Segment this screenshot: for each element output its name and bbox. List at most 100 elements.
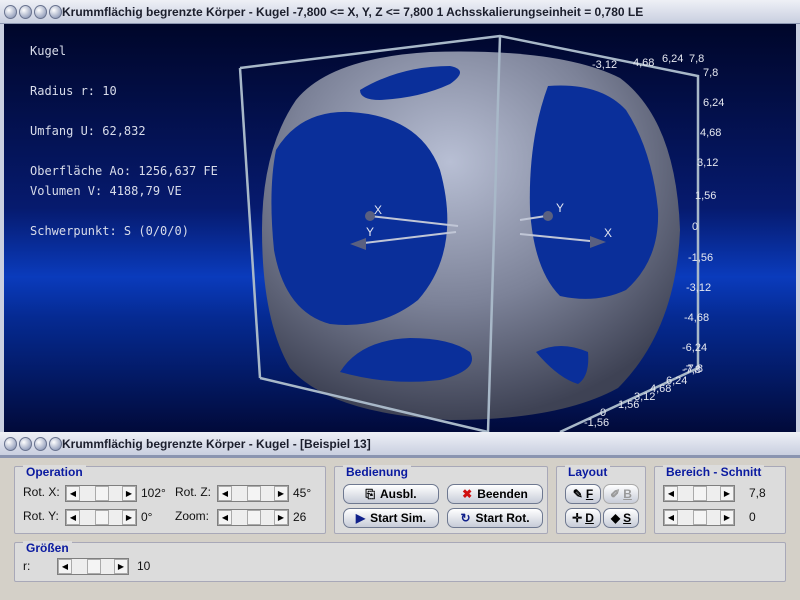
beenden-button-label: Beenden (477, 487, 528, 501)
tick-label: -7,8 (684, 363, 703, 375)
play-icon: ▶ (355, 511, 366, 525)
rotz-label: Rot. Z: (175, 485, 212, 499)
beenden-button[interactable]: ✖ Beenden (447, 484, 543, 504)
rotz-value: 45° (293, 486, 312, 500)
rotz-slider[interactable]: ◀ ▶ (217, 485, 289, 502)
window-control-menu[interactable] (49, 4, 62, 19)
bereich-value: 7,8 (749, 486, 766, 500)
bereich-schnitt-group-title: Bereich - Schnitt (663, 465, 765, 479)
tick-label: -6,24 (682, 342, 707, 354)
arrow-left-icon[interactable]: ◀ (66, 510, 80, 525)
arrow-right-icon[interactable]: ▶ (122, 486, 136, 501)
axis-label-x-left: X (374, 203, 382, 217)
groessen-group: Größen r: ◀ ▶ 10 (14, 541, 786, 582)
layout-group: Layout ✎ F ✐ B ✛ D ◆ S (556, 465, 646, 534)
roty-label: Rot. Y: (23, 509, 59, 523)
control-window-titlebar: Krummflächig begrenzte Körper - Kugel - … (0, 432, 800, 456)
window-control-close[interactable] (4, 4, 17, 19)
arrow-right-icon[interactable]: ▶ (122, 510, 136, 525)
tick-label: -3,12 (686, 282, 711, 294)
arrow-left-icon[interactable]: ◀ (218, 486, 232, 501)
top-axis-tick-labels: -3,12 4,68 6,24 7,8 (592, 53, 704, 71)
brush-icon: ✎ (572, 487, 583, 501)
radius-slider[interactable]: ◀ ▶ (57, 558, 129, 575)
tick-label: -3,12 (592, 59, 617, 71)
bedienung-group-title: Bedienung (343, 465, 411, 479)
3d-viewport[interactable]: X Y Y X 7,8 6,24 4,68 3,12 1,56 0 -1,56 … (0, 24, 800, 432)
fill-icon: ◆ (610, 511, 621, 525)
bereich-slider[interactable]: ◀ ▶ (663, 485, 735, 502)
arrow-right-icon[interactable]: ▶ (114, 559, 128, 574)
info-volumen: Volumen V: 4188,79 VE (30, 184, 182, 198)
window-control-maximize[interactable] (34, 4, 47, 19)
info-radius: Radius r: 10 (30, 84, 117, 98)
start-rot-button[interactable]: ↻ Start Rot. (447, 508, 543, 528)
control-window-title: Krummflächig begrenzte Körper - Kugel - … (62, 436, 371, 451)
rotx-label: Rot. X: (23, 485, 60, 499)
arrow-left-icon[interactable]: ◀ (66, 486, 80, 501)
arrow-left-icon[interactable]: ◀ (664, 510, 678, 525)
window-control-close[interactable] (4, 436, 17, 451)
main-window-title: Krummflächig begrenzte Körper - Kugel -7… (62, 4, 644, 19)
window-control-maximize[interactable] (34, 436, 47, 451)
control-panel: Operation Rot. X: ◀ ▶ 102° Rot. Y: ◀ ▶ 0… (0, 456, 800, 600)
axis-label-y-right: Y (556, 201, 564, 215)
layout-s-button[interactable]: ◆ S (603, 508, 639, 528)
arrow-left-icon[interactable]: ◀ (218, 510, 232, 525)
slider-thumb[interactable] (693, 510, 707, 525)
tick-label: 6,24 (662, 53, 683, 65)
start-sim-button[interactable]: ▶ Start Sim. (343, 508, 439, 528)
axis-label-y-left: Y (366, 225, 374, 239)
window-control-minimize[interactable] (19, 436, 32, 451)
window-control-minimize[interactable] (19, 4, 32, 19)
ausbl-button-label: Ausbl. (379, 487, 417, 501)
zoom-slider[interactable]: ◀ ▶ (217, 509, 289, 526)
arrow-right-icon[interactable]: ▶ (720, 510, 734, 525)
slider-thumb[interactable] (87, 559, 101, 574)
layout-f-button[interactable]: ✎ F (565, 484, 601, 504)
start-rot-button-label: Start Rot. (475, 511, 530, 525)
bedienung-group: Bedienung ⎘ Ausbl. ✖ Beenden ▶ Start Sim… (334, 465, 548, 534)
arrow-right-icon[interactable]: ▶ (274, 486, 288, 501)
tick-label: -1,56 (688, 252, 713, 264)
info-name: Kugel (30, 44, 67, 58)
ausbl-button[interactable]: ⎘ Ausbl. (343, 484, 439, 504)
slider-thumb[interactable] (247, 486, 261, 501)
tick-label: 4,68 (633, 57, 654, 69)
schnitt-value: 0 (749, 510, 756, 524)
hide-icon: ⎘ (365, 486, 375, 501)
operation-group-title: Operation (23, 465, 86, 479)
layout-group-title: Layout (565, 465, 611, 479)
arrow-right-icon[interactable]: ▶ (720, 486, 734, 501)
tick-label: 0 (692, 221, 698, 233)
window-control-menu[interactable] (49, 436, 62, 451)
radius-value: 10 (137, 559, 151, 573)
slider-thumb[interactable] (247, 510, 261, 525)
layout-s-label: S (623, 511, 632, 525)
schnitt-slider[interactable]: ◀ ▶ (663, 509, 735, 526)
tick-label: 7,8 (689, 53, 704, 65)
rotx-slider[interactable]: ◀ ▶ (65, 485, 137, 502)
arrow-left-icon[interactable]: ◀ (664, 486, 678, 501)
tick-label: 7,8 (703, 67, 718, 79)
slider-thumb[interactable] (693, 486, 707, 501)
roty-slider[interactable]: ◀ ▶ (65, 509, 137, 526)
slider-thumb[interactable] (95, 486, 109, 501)
layout-d-label: D (585, 511, 594, 525)
arrow-left-icon[interactable]: ◀ (58, 559, 72, 574)
z-axis-tick-labels: 7,8 6,24 4,68 3,12 1,56 0 -1,56 -3,12 -4… (682, 67, 724, 376)
slider-thumb[interactable] (95, 510, 109, 525)
layout-b-label: B (623, 487, 632, 501)
arrow-right-icon[interactable]: ▶ (274, 510, 288, 525)
layout-d-button[interactable]: ✛ D (565, 508, 601, 528)
rotx-value: 102° (141, 486, 166, 500)
crosshair-icon: ✛ (572, 511, 583, 525)
axis-label-x-right: X (604, 226, 612, 240)
start-sim-button-label: Start Sim. (370, 511, 427, 525)
layout-b-button[interactable]: ✐ B (603, 484, 639, 504)
pen-icon: ✐ (610, 487, 621, 501)
window-controls (0, 4, 62, 19)
info-umfang: Umfang U: 62,832 (30, 124, 146, 138)
bereich-schnitt-group: Bereich - Schnitt ◀ ▶ 7,8 ◀ ▶ 0 (654, 465, 786, 534)
tick-label: -4,68 (684, 312, 709, 324)
